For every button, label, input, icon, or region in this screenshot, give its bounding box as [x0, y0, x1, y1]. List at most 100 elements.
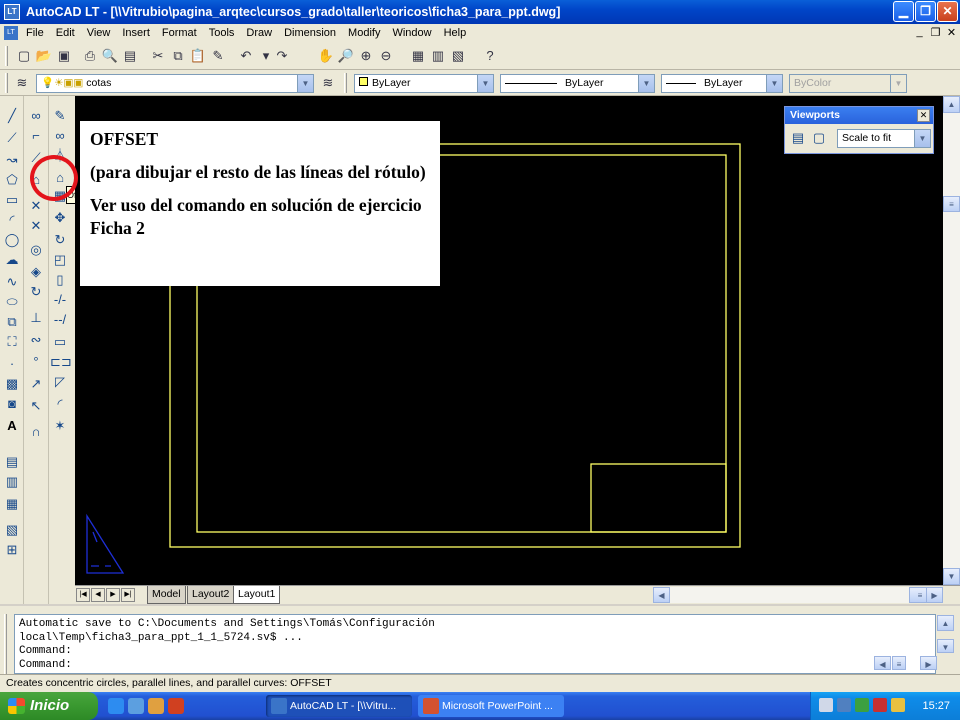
start-button[interactable]: Inicio — [0, 692, 98, 720]
inquiry-icon[interactable]: ⊞ — [2, 540, 22, 560]
first-tab-icon[interactable]: |◀ — [76, 588, 90, 602]
extend-2-icon[interactable]: --/ — [50, 310, 70, 330]
minimize-button[interactable]: ▁ — [893, 1, 914, 22]
toolbar-grip[interactable] — [5, 73, 8, 93]
network-icon[interactable] — [819, 698, 833, 712]
hatch-icon[interactable]: ▩ — [2, 374, 22, 394]
menu-dimension[interactable]: Dimension — [278, 27, 342, 39]
match-properties-icon[interactable]: ✎ — [208, 46, 228, 66]
layer-dropdown[interactable]: 💡☀▣▣ cotas ▼ — [36, 74, 314, 93]
menu-view[interactable]: View — [81, 27, 117, 39]
zoom-previous-icon[interactable]: ⊖ — [376, 46, 396, 66]
task-autocad[interactable]: AutoCAD LT - [\\Vitru... — [266, 695, 412, 717]
break-icon[interactable]: ° — [26, 352, 46, 372]
redo-icon[interactable]: ↷ — [272, 46, 292, 66]
copy-object-icon[interactable]: ⌐ — [26, 126, 46, 146]
polyline-icon[interactable]: ↝ — [2, 150, 22, 170]
scroll-up-icon[interactable]: ▲ — [937, 615, 954, 631]
doc-restore-icon[interactable]: ❐ — [928, 26, 943, 40]
display-viewports-icon[interactable]: ▤ — [789, 130, 807, 148]
open-icon[interactable]: 📂 — [34, 46, 54, 66]
menu-draw[interactable]: Draw — [240, 27, 278, 39]
scale-2-icon[interactable]: ◰ — [50, 250, 70, 270]
tab-model[interactable]: Model — [147, 586, 186, 604]
erase-2-icon[interactable]: ✎ — [50, 106, 70, 126]
zoom-window-icon[interactable]: ⊕ — [356, 46, 376, 66]
ellipse-icon[interactable]: ⬭ — [2, 292, 22, 312]
array-icon[interactable]: ✕ — [26, 196, 46, 216]
break-2-icon[interactable]: ▭ — [50, 332, 70, 352]
chamfer-icon[interactable]: ↗ — [26, 374, 46, 394]
scroll-left-icon[interactable]: ◀ — [874, 656, 891, 670]
copy-2-icon[interactable]: ∞ — [50, 126, 70, 146]
revision-cloud-icon[interactable]: ☁ — [2, 250, 22, 270]
spline-icon[interactable]: ∿ — [2, 272, 22, 292]
scroll-thumb[interactable]: ≡ — [892, 656, 906, 670]
quicklaunch-app-icon[interactable] — [168, 698, 184, 714]
layer-manager-icon[interactable]: ≋ — [12, 73, 32, 93]
move-icon[interactable]: ✕ — [26, 216, 46, 236]
undo-icon[interactable]: ↶ — [236, 46, 256, 66]
toolbar-grip[interactable] — [5, 46, 8, 66]
erase-icon[interactable]: ∞ — [26, 106, 46, 126]
command-prompt[interactable]: Command: — [19, 659, 931, 673]
lineweight-dropdown[interactable]: ByLayer ▼ — [661, 74, 783, 93]
doc-close-icon[interactable]: ✕ — [944, 26, 959, 40]
scroll-down-icon[interactable]: ▼ — [943, 568, 960, 585]
save-icon[interactable]: ▣ — [54, 46, 74, 66]
tab-layout1[interactable]: Layout1 — [233, 586, 281, 604]
rotate-2-icon[interactable]: ↻ — [50, 230, 70, 250]
arc-icon[interactable]: ◜ — [2, 210, 22, 230]
media-player-icon[interactable] — [148, 698, 164, 714]
menu-tools[interactable]: Tools — [203, 27, 241, 39]
tool-palette-icon[interactable]: ▥ — [2, 472, 22, 492]
cut-icon[interactable]: ✂ — [148, 46, 168, 66]
line-icon[interactable]: ╱ — [2, 106, 22, 126]
volume-icon[interactable] — [855, 698, 869, 712]
menu-window[interactable]: Window — [386, 27, 437, 39]
stretch-icon[interactable]: ↻ — [26, 282, 46, 302]
region-icon[interactable]: ◙ — [2, 394, 22, 414]
plot-icon[interactable]: ⎙ — [80, 46, 100, 66]
toolbar-grip[interactable] — [344, 73, 347, 93]
autocad-app-icon[interactable]: LT — [4, 4, 20, 20]
task-powerpoint[interactable]: Microsoft PowerPoint ... — [418, 695, 564, 717]
scroll-thumb[interactable]: ≡ — [943, 196, 960, 212]
menu-file[interactable]: File — [20, 27, 50, 39]
menu-insert[interactable]: Insert — [116, 27, 156, 39]
plot-preview-icon[interactable]: 🔍 — [100, 46, 120, 66]
command-history[interactable]: Automatic save to C:\Documents and Setti… — [14, 614, 936, 674]
make-object-layer-current-icon[interactable]: ≋ — [318, 73, 338, 93]
fillet-icon[interactable]: ↖ — [26, 396, 46, 416]
single-viewport-icon[interactable]: ▢ — [810, 130, 828, 148]
explode-2-icon[interactable]: ✶ — [50, 416, 70, 436]
copy-icon[interactable]: ⧉ — [168, 46, 188, 66]
scale-icon[interactable]: ◈ — [26, 262, 46, 282]
paste-icon[interactable]: 📋 — [188, 46, 208, 66]
join-icon[interactable]: ⊏⊐ — [50, 352, 72, 372]
pan-icon[interactable]: ✋ — [316, 46, 336, 66]
new-icon[interactable]: ▢ — [14, 46, 34, 66]
explode-icon[interactable]: ∩ — [26, 422, 46, 442]
tool-palettes-icon[interactable]: ▧ — [448, 46, 468, 66]
horizontal-scrollbar[interactable]: ◀ ≡ ▶ — [653, 587, 943, 603]
construction-line-icon[interactable]: ⟋ — [2, 128, 22, 148]
publish-icon[interactable]: ▤ — [120, 46, 140, 66]
scroll-up-icon[interactable]: ▲ — [943, 96, 960, 113]
stretch-2-icon[interactable]: ▯ — [50, 270, 70, 290]
help-icon[interactable]: ? — [480, 46, 500, 66]
linetype-dropdown[interactable]: ByLayer ▼ — [500, 74, 655, 93]
menu-edit[interactable]: Edit — [50, 27, 81, 39]
circle-icon[interactable]: ◯ — [2, 230, 22, 250]
trim-icon[interactable]: ⊥ — [26, 308, 46, 328]
polygon-icon[interactable]: ⬠ — [2, 170, 22, 190]
zoom-realtime-icon[interactable]: 🔎 — [336, 46, 356, 66]
move-2-icon[interactable]: ✥ — [50, 208, 70, 228]
menu-help[interactable]: Help — [438, 27, 473, 39]
doc-minimize-icon[interactable]: _ — [912, 26, 927, 40]
next-tab-icon[interactable]: ▶ — [106, 588, 120, 602]
close-icon[interactable]: ✕ — [917, 109, 930, 122]
command-window-grip[interactable] — [4, 614, 7, 674]
scroll-down-icon[interactable]: ▼ — [937, 639, 954, 653]
rotate-icon[interactable]: ◎ — [26, 240, 46, 260]
